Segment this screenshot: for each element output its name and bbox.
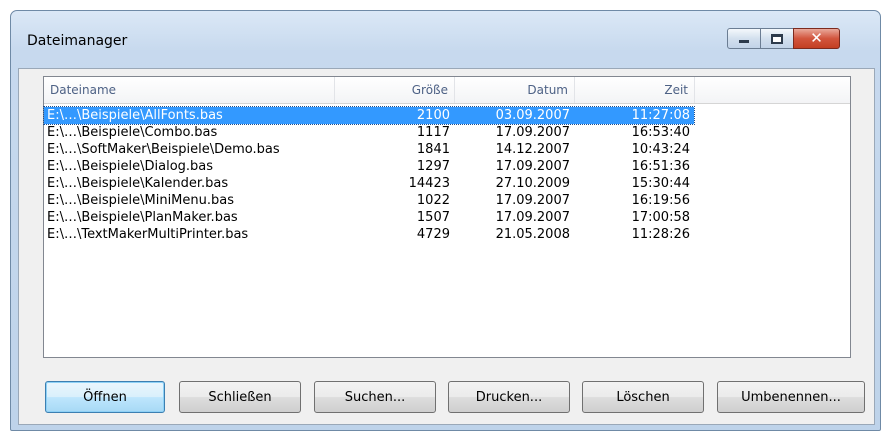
file-name: E:\…\SoftMaker\Beispiele\Demo.bas <box>47 142 280 157</box>
dateimanager-window: Dateimanager ✕ Dateiname Größe Datum Zei… <box>10 10 881 431</box>
title-bar[interactable]: Dateimanager ✕ <box>11 11 880 67</box>
file-name: E:\…\Beispiele\AllFonts.bas <box>47 108 223 123</box>
file-name: E:\…\Beispiele\Combo.bas <box>47 125 218 140</box>
list-row[interactable]: E:\…\Beispiele\Dialog.bas 1297 17.09.200… <box>44 158 694 175</box>
print-button[interactable]: Drucken... <box>448 381 570 413</box>
file-name: E:\…\Beispiele\Dialog.bas <box>47 159 214 174</box>
file-name: E:\…\Beispiele\MiniMenu.bas <box>47 193 235 208</box>
file-size: 1841 <box>416 142 450 157</box>
close-window-button[interactable]: ✕ <box>793 28 840 49</box>
file-name: E:\…\TextMakerMultiPrinter.bas <box>47 227 249 242</box>
list-row[interactable]: E:\…\Beispiele\Kalender.bas 14423 27.10.… <box>44 175 694 192</box>
window-title: Dateimanager <box>27 33 128 49</box>
file-date: 21.05.2008 <box>495 227 570 242</box>
list-header: Dateiname Größe Datum Zeit <box>44 77 850 104</box>
column-header-date[interactable]: Datum <box>455 77 575 103</box>
maximize-icon <box>771 33 783 44</box>
minimize-button[interactable] <box>727 28 761 49</box>
list-row[interactable]: E:\…\Beispiele\AllFonts.bas 2100 03.09.2… <box>43 106 695 125</box>
rename-button[interactable]: Umbenennen... <box>717 381 865 413</box>
file-time: 10:43:24 <box>631 142 690 157</box>
file-size: 4729 <box>416 227 450 242</box>
list-row[interactable]: E:\…\Beispiele\PlanMaker.bas 1507 17.09.… <box>44 209 694 226</box>
list-rows: E:\…\Beispiele\AllFonts.bas 2100 03.09.2… <box>43 106 850 243</box>
file-size: 2100 <box>416 108 450 123</box>
open-button[interactable]: Öffnen <box>45 381 165 413</box>
file-date: 27.10.2009 <box>495 176 570 191</box>
file-list[interactable]: Dateiname Größe Datum Zeit E:\…\Beispiel… <box>43 76 851 358</box>
list-row[interactable]: E:\…\TextMakerMultiPrinter.bas 4729 21.0… <box>44 226 694 243</box>
file-date: 14.12.2007 <box>495 142 570 157</box>
file-name: E:\…\Beispiele\PlanMaker.bas <box>47 210 238 225</box>
file-time: 16:51:36 <box>631 159 690 174</box>
maximize-button[interactable] <box>760 28 794 49</box>
file-date: 17.09.2007 <box>495 210 570 225</box>
column-header-size[interactable]: Größe <box>335 77 455 103</box>
file-time: 15:30:44 <box>631 176 690 191</box>
column-header-name[interactable]: Dateiname <box>44 77 335 103</box>
file-size: 14423 <box>408 176 450 191</box>
file-time: 17:00:58 <box>631 210 690 225</box>
file-name: E:\…\Beispiele\Kalender.bas <box>47 176 229 191</box>
close-icon: ✕ <box>810 29 823 47</box>
file-size: 1297 <box>416 159 450 174</box>
file-size: 1022 <box>416 193 450 208</box>
search-button[interactable]: Suchen... <box>314 381 436 413</box>
delete-button[interactable]: Löschen <box>582 381 704 413</box>
file-time: 11:28:26 <box>631 227 690 242</box>
file-time: 16:53:40 <box>631 125 690 140</box>
file-time: 11:27:08 <box>631 108 690 123</box>
close-button[interactable]: Schließen <box>179 381 301 413</box>
file-date: 17.09.2007 <box>495 193 570 208</box>
column-header-filler <box>695 77 850 103</box>
list-row[interactable]: E:\…\SoftMaker\Beispiele\Demo.bas 1841 1… <box>44 141 694 158</box>
file-date: 17.09.2007 <box>495 159 570 174</box>
file-time: 16:19:56 <box>631 193 690 208</box>
minimize-icon <box>739 40 749 43</box>
list-row[interactable]: E:\…\Beispiele\Combo.bas 1117 17.09.2007… <box>44 124 694 141</box>
list-row[interactable]: E:\…\Beispiele\MiniMenu.bas 1022 17.09.2… <box>44 192 694 209</box>
file-size: 1117 <box>416 125 450 140</box>
file-date: 17.09.2007 <box>495 125 570 140</box>
column-header-time[interactable]: Zeit <box>575 77 695 103</box>
file-size: 1507 <box>416 210 450 225</box>
dialog-client-area: Dateiname Größe Datum Zeit E:\…\Beispiel… <box>18 68 875 425</box>
file-date: 03.09.2007 <box>495 108 570 123</box>
